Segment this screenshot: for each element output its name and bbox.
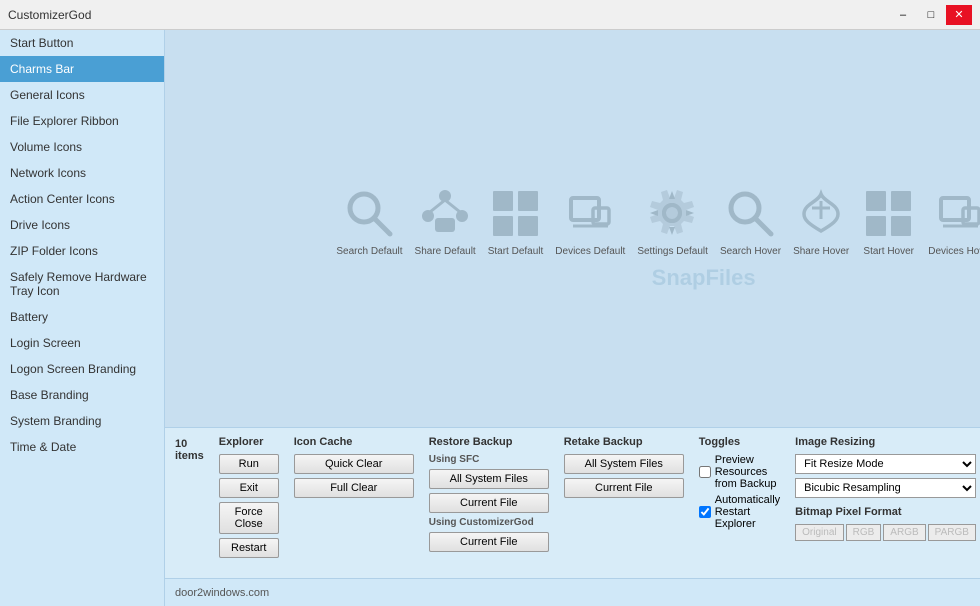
auto-restart-checkbox[interactable]: [699, 506, 711, 518]
pixel-argb-button[interactable]: ARGB: [883, 524, 925, 541]
status-bar: door2windows.com Change Restore ☰: [165, 578, 980, 606]
quick-clear-button[interactable]: Quick Clear: [294, 454, 414, 474]
bottom-sections: 10 items Explorer Run Exit Force Close R…: [175, 436, 980, 570]
icon-label-start-default: Start Default: [488, 246, 544, 257]
theme-bar: A A: [165, 30, 980, 60]
icon-settings-default[interactable]: Settings Default: [637, 186, 708, 257]
main-container: Start Button Charms Bar General Icons Fi…: [0, 30, 980, 606]
titlebar: CustomizerGod – □ ✕: [0, 0, 980, 30]
icon-devices-hover[interactable]: Devices Hover: [928, 186, 980, 257]
icon-share-hover[interactable]: Share Hover: [793, 186, 849, 257]
full-clear-button[interactable]: Full Clear: [294, 478, 414, 498]
sidebar-item-drive-icons[interactable]: Drive Icons: [0, 212, 164, 238]
sidebar-item-login-screen[interactable]: Login Screen: [0, 330, 164, 356]
icon-devices-default[interactable]: Devices Default: [555, 186, 625, 257]
items-count-section: 10 items: [175, 436, 204, 462]
pixel-original-button[interactable]: Original: [795, 524, 843, 541]
watermark: SnapFiles: [652, 265, 756, 291]
exit-button[interactable]: Exit: [219, 478, 279, 498]
icons-grid: Search Default Share Default Start Defau…: [336, 186, 980, 257]
sidebar-item-file-explorer-ribbon[interactable]: File Explorer Ribbon: [0, 108, 164, 134]
restore-current-file-sfc-button[interactable]: Current File: [429, 493, 549, 513]
sidebar-item-logon-screen-branding[interactable]: Logon Screen Branding: [0, 356, 164, 382]
restore-using-sfc-label: Using SFC: [429, 454, 549, 465]
retake-all-system-files-button[interactable]: All System Files: [564, 454, 684, 474]
icon-label-search-hover: Search Hover: [720, 246, 781, 257]
bicubic-resampling-dropdown[interactable]: Bicubic Resampling: [795, 478, 976, 498]
retake-backup-section: Retake Backup All System Files Current F…: [564, 436, 684, 498]
preview-resources-label: Preview Resources from Backup: [715, 454, 780, 490]
icon-cache-title: Icon Cache: [294, 436, 414, 448]
restore-all-system-files-button[interactable]: All System Files: [429, 469, 549, 489]
retake-backup-title: Retake Backup: [564, 436, 684, 448]
sidebar-item-action-center-icons[interactable]: Action Center Icons: [0, 186, 164, 212]
icon-search-default[interactable]: Search Default: [336, 186, 402, 257]
app-title: CustomizerGod: [8, 8, 91, 22]
icon-start-default[interactable]: Start Default: [488, 186, 544, 257]
sidebar-item-charms-bar[interactable]: Charms Bar: [0, 56, 164, 82]
bottom-panel: 10 items Explorer Run Exit Force Close R…: [165, 427, 980, 578]
icon-cache-section: Icon Cache Quick Clear Full Clear: [294, 436, 414, 498]
restore-current-file-cg-button[interactable]: Current File: [429, 532, 549, 552]
content-area: A A Search Default Share Default: [165, 30, 980, 606]
auto-restart-row: Automatically Restart Explorer: [699, 494, 780, 530]
preview-resources-checkbox[interactable]: [699, 466, 711, 478]
minimize-button[interactable]: –: [890, 5, 916, 25]
icon-label-search-default: Search Default: [336, 246, 402, 257]
icon-label-share-default: Share Default: [415, 246, 476, 257]
sidebar-item-start-button[interactable]: Start Button: [0, 30, 164, 56]
sidebar-item-safely-remove[interactable]: Safely Remove Hardware Tray Icon: [0, 264, 164, 304]
icon-label-devices-default: Devices Default: [555, 246, 625, 257]
icon-label-start-hover: Start Hover: [863, 246, 914, 257]
retake-current-file-button[interactable]: Current File: [564, 478, 684, 498]
bitmap-pixel-title: Bitmap Pixel Format: [795, 506, 976, 518]
sidebar-item-network-icons[interactable]: Network Icons: [0, 160, 164, 186]
preview-resources-row: Preview Resources from Backup: [699, 454, 780, 490]
image-resizing-title: Image Resizing: [795, 436, 976, 448]
icon-search-hover[interactable]: Search Hover: [720, 186, 781, 257]
toggles-title: Toggles: [699, 436, 780, 448]
sidebar-item-time-date[interactable]: Time & Date: [0, 434, 164, 460]
icon-label-share-hover: Share Hover: [793, 246, 849, 257]
restore-backup-title: Restore Backup: [429, 436, 549, 448]
pixel-format-buttons: Original RGB ARGB PARGB: [795, 524, 976, 541]
run-button[interactable]: Run: [219, 454, 279, 474]
pixel-pargb-button[interactable]: PARGB: [928, 524, 976, 541]
pixel-rgb-button[interactable]: RGB: [846, 524, 882, 541]
icon-label-devices-hover: Devices Hover: [928, 246, 980, 257]
sidebar-item-battery[interactable]: Battery: [0, 304, 164, 330]
restore-backup-section: Restore Backup Using SFC All System File…: [429, 436, 549, 552]
sidebar-item-base-branding[interactable]: Base Branding: [0, 382, 164, 408]
auto-restart-label: Automatically Restart Explorer: [715, 494, 780, 530]
website-label: door2windows.com: [175, 587, 269, 599]
close-button[interactable]: ✕: [946, 5, 972, 25]
icon-label-settings-default: Settings Default: [637, 246, 708, 257]
maximize-button[interactable]: □: [918, 5, 944, 25]
icon-start-hover[interactable]: Start Hover: [861, 186, 916, 257]
sidebar: Start Button Charms Bar General Icons Fi…: [0, 30, 165, 606]
icon-share-default[interactable]: Share Default: [415, 186, 476, 257]
fit-resize-mode-dropdown[interactable]: Fit Resize Mode: [795, 454, 976, 474]
items-count: 10 items: [175, 438, 204, 462]
icons-area: Search Default Share Default Start Defau…: [165, 60, 980, 427]
explorer-title: Explorer: [219, 436, 279, 448]
window-controls: – □ ✕: [890, 5, 972, 25]
sidebar-item-general-icons[interactable]: General Icons: [0, 82, 164, 108]
toggles-section: Toggles Preview Resources from Backup Au…: [699, 436, 780, 530]
sidebar-item-system-branding[interactable]: System Branding: [0, 408, 164, 434]
image-resizing-section: Image Resizing Fit Resize Mode Bicubic R…: [795, 436, 976, 541]
sidebar-item-zip-folder-icons[interactable]: ZIP Folder Icons: [0, 238, 164, 264]
restore-using-cg-label: Using CustomizerGod: [429, 517, 549, 528]
sidebar-item-volume-icons[interactable]: Volume Icons: [0, 134, 164, 160]
force-close-button[interactable]: Force Close: [219, 502, 279, 534]
restart-button[interactable]: Restart: [219, 538, 279, 558]
explorer-section: Explorer Run Exit Force Close Restart: [219, 436, 279, 558]
